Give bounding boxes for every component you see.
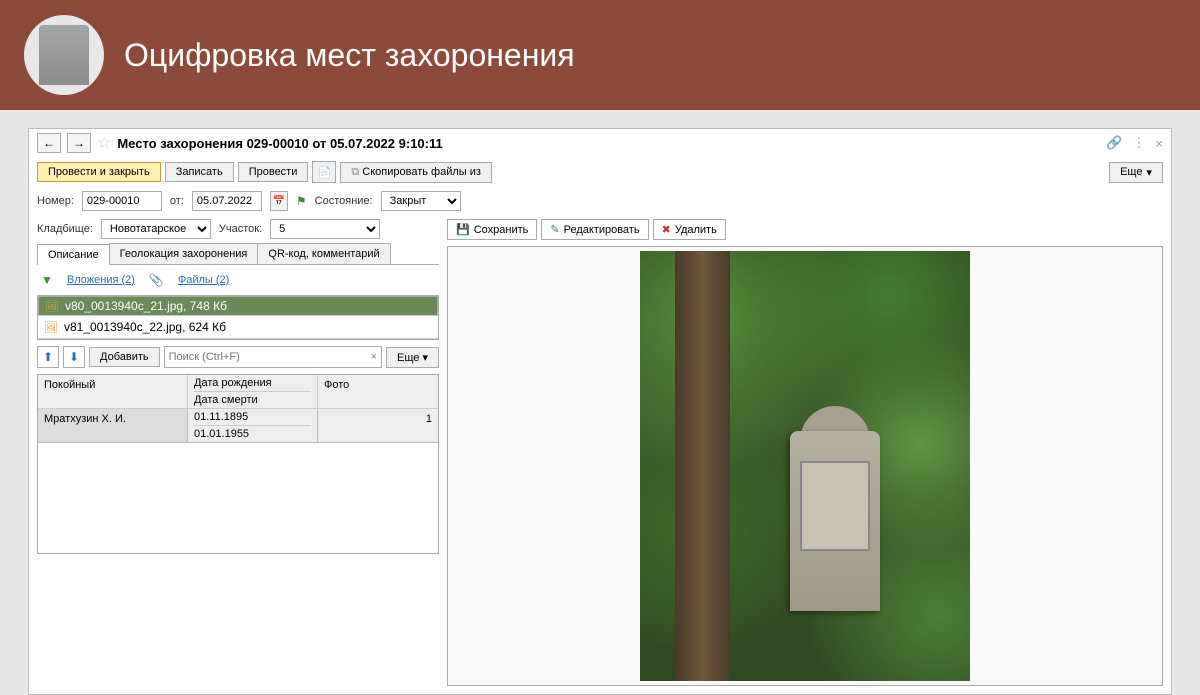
plot-select[interactable]: 5	[270, 219, 380, 239]
number-input[interactable]	[82, 191, 162, 211]
calendar-icon: 📅	[273, 196, 285, 207]
number-label: Номер:	[37, 195, 74, 207]
page-title: Оцифровка мест захоронения	[124, 37, 575, 74]
link-icon[interactable]: 🔗	[1106, 135, 1122, 151]
more-button[interactable]: Еще ▾	[1109, 162, 1163, 183]
state-label: Состояние:	[315, 195, 373, 207]
image-edit-button[interactable]: ✎Редактировать	[541, 219, 648, 240]
forward-button[interactable]: →	[67, 133, 91, 153]
cell-dates: 01.11.1895 01.01.1955	[188, 409, 318, 442]
plot-label: Участок:	[219, 223, 262, 235]
attachments-link[interactable]: Вложения (2)	[67, 274, 135, 286]
image-preview-area	[447, 246, 1163, 686]
app-window: ← → ☆ Место захоронения 029-00010 от 05.…	[28, 128, 1172, 695]
window-title: Место захоронения 029-00010 от 05.07.202…	[117, 136, 442, 151]
presentation-header: Оцифровка мест захоронения	[0, 0, 1200, 110]
cemetery-label: Кладбище:	[37, 223, 93, 235]
attachments-bar: ▼ Вложения (2) 📎 Файлы (2)	[29, 265, 447, 295]
state-select[interactable]: Закрыт	[381, 191, 461, 211]
move-down-button[interactable]: ⬇	[63, 346, 85, 368]
chevron-down-icon: ▾	[1146, 166, 1152, 179]
document-icon: 📄	[318, 166, 332, 179]
file-row[interactable]: 🖼 v81_0013940c_22.jpg, 624 Кб	[38, 316, 438, 339]
copy-icon: ⧉	[351, 166, 359, 178]
file-name: v81_0013940c_22.jpg, 624 Кб	[64, 320, 226, 334]
back-button[interactable]: ←	[37, 133, 61, 153]
file-image-icon: 🖼	[44, 321, 58, 334]
copy-files-button[interactable]: ⧉ Скопировать файлы из	[340, 162, 492, 183]
arrow-up-icon: ⬆	[43, 350, 53, 364]
col-deceased[interactable]: Покойный	[38, 375, 188, 408]
col-dob[interactable]: Дата рождения	[194, 377, 311, 392]
col-dates: Дата рождения Дата смерти	[188, 375, 318, 408]
tab-qr-comment[interactable]: QR-код, комментарий	[257, 243, 390, 264]
search-input[interactable]	[169, 351, 371, 363]
persons-grid: Покойный Дата рождения Дата смерти Фото …	[37, 374, 439, 554]
cell-dob: 01.11.1895	[194, 411, 311, 426]
grave-photo[interactable]	[640, 251, 970, 681]
move-up-button[interactable]: ⬆	[37, 346, 59, 368]
kebab-menu-icon[interactable]: ⋮	[1132, 135, 1145, 151]
image-delete-button[interactable]: ✖Удалить	[653, 219, 726, 240]
date-label: от:	[170, 195, 184, 207]
cell-name: Мратхузин Х. И.	[38, 409, 188, 442]
file-name: v80_0013940c_21.jpg, 748 Кб	[65, 299, 227, 313]
main-toolbar: Провести и закрыть Записать Провести 📄 ⧉…	[29, 157, 1171, 187]
col-dod[interactable]: Дата смерти	[194, 394, 311, 406]
clear-search-icon[interactable]: ×	[371, 351, 377, 363]
report-icon-button[interactable]: 📄	[312, 161, 336, 183]
submit-button[interactable]: Провести	[238, 162, 309, 182]
right-panel: 💾Сохранить ✎Редактировать ✖Удалить	[447, 215, 1171, 694]
paperclip-icon: 📎	[149, 273, 164, 287]
tabs: Описание Геолокация захоронения QR-код, …	[37, 243, 439, 265]
grid-row[interactable]: Мратхузин Х. И. 01.11.1895 01.01.1955 1	[38, 409, 438, 443]
cell-photo: 1	[318, 409, 438, 442]
image-save-button[interactable]: 💾Сохранить	[447, 219, 537, 240]
submit-close-button[interactable]: Провести и закрыть	[37, 162, 161, 182]
form-row-1: Номер: от: 📅 ⚑ Состояние: Закрыт	[29, 187, 1171, 215]
left-panel: Кладбище: Новотатарское Участок: 5 Описа…	[29, 215, 447, 694]
chevron-down-icon: ▾	[422, 352, 428, 364]
close-icon[interactable]: ×	[1155, 136, 1163, 151]
save-button[interactable]: Записать	[165, 162, 234, 182]
coat-of-arms-icon	[39, 25, 89, 85]
cemetery-select[interactable]: Новотатарское	[101, 219, 211, 239]
cell-dod: 01.01.1955	[194, 428, 311, 440]
search-box[interactable]: ×	[164, 346, 382, 368]
image-toolbar: 💾Сохранить ✎Редактировать ✖Удалить	[447, 215, 1163, 246]
file-row[interactable]: 🖼 v80_0013940c_21.jpg, 748 Кб	[38, 296, 438, 316]
favorite-star-icon[interactable]: ☆	[97, 133, 111, 153]
file-image-icon: 🖼	[45, 300, 59, 313]
calendar-button[interactable]: 📅	[270, 191, 288, 211]
content-area: Кладбище: Новотатарское Участок: 5 Описа…	[29, 215, 1171, 694]
col-photo[interactable]: Фото	[318, 375, 438, 408]
row-toolbar: ⬆ ⬇ Добавить × Еще ▾	[29, 340, 447, 374]
status-flag-icon: ⚑	[296, 194, 307, 208]
add-button[interactable]: Добавить	[89, 347, 160, 367]
file-list: 🖼 v80_0013940c_21.jpg, 748 Кб 🖼 v81_0013…	[37, 295, 439, 340]
save-icon: 💾	[456, 223, 470, 236]
tab-description[interactable]: Описание	[37, 244, 110, 265]
arrow-down-icon: ⬇	[69, 350, 79, 364]
logo-circle	[24, 15, 104, 95]
pencil-icon: ✎	[550, 223, 559, 236]
expand-icon[interactable]: ▼	[41, 273, 53, 287]
delete-icon: ✖	[662, 223, 671, 236]
tab-geolocation[interactable]: Геолокация захоронения	[109, 243, 259, 264]
grid-header: Покойный Дата рождения Дата смерти Фото	[38, 375, 438, 409]
more-rows-button[interactable]: Еще ▾	[386, 347, 439, 368]
date-input[interactable]	[192, 191, 262, 211]
window-titlebar: ← → ☆ Место захоронения 029-00010 от 05.…	[29, 129, 1171, 157]
files-link[interactable]: Файлы (2)	[178, 274, 229, 286]
form-row-2: Кладбище: Новотатарское Участок: 5	[29, 215, 447, 243]
